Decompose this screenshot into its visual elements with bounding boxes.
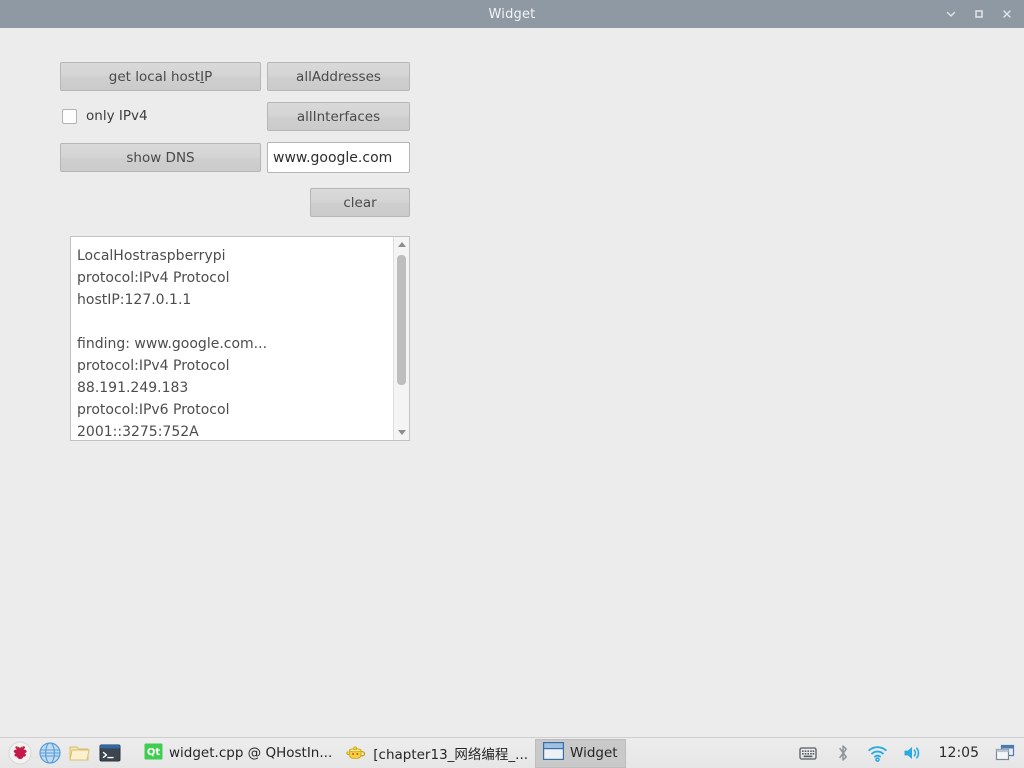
volume-icon[interactable] bbox=[901, 741, 925, 765]
only-ipv4-label: only IPv4 bbox=[86, 108, 148, 124]
output-line: LocalHostraspberrypi bbox=[77, 248, 226, 264]
close-icon bbox=[1003, 10, 1011, 18]
show-dns-label: show DNS bbox=[126, 149, 195, 166]
task-file-archive[interactable]: [chapter13_网络编程_... bbox=[339, 739, 535, 768]
taskbar-launchers bbox=[0, 740, 123, 767]
get-local-hostip-label: get local hostIP bbox=[108, 68, 213, 85]
all-interfaces-button[interactable]: allInterfaces bbox=[267, 102, 410, 131]
clock[interactable]: 12:05 bbox=[936, 745, 982, 761]
only-ipv4-checkbox[interactable]: only IPv4 bbox=[62, 108, 148, 124]
host-input-value: www.google.com bbox=[273, 149, 393, 166]
output-line: finding: www.google.com... bbox=[77, 336, 268, 352]
get-local-hostip-button[interactable]: get local hostIP bbox=[60, 62, 261, 91]
scroll-up-arrow-icon[interactable] bbox=[394, 237, 409, 252]
window-title: Widget bbox=[488, 6, 536, 22]
desktop-root: Widget get local hostIP allAddresses onl… bbox=[0, 0, 1024, 768]
output-line: 2001::3275:752A bbox=[77, 424, 199, 440]
host-input[interactable]: www.google.com bbox=[267, 142, 410, 173]
task-label: Widget bbox=[570, 745, 618, 761]
virtual-keyboard-icon[interactable] bbox=[796, 741, 820, 765]
window-icon bbox=[543, 742, 565, 764]
close-button[interactable] bbox=[994, 1, 1020, 27]
task-widget[interactable]: Widget bbox=[535, 738, 626, 768]
output-line: protocol:IPv4 Protocol bbox=[77, 358, 230, 374]
output-line: protocol:IPv4 Protocol bbox=[77, 270, 230, 286]
maximize-button[interactable] bbox=[966, 1, 992, 27]
file-manager-icon[interactable] bbox=[66, 740, 93, 767]
show-dns-button[interactable]: show DNS bbox=[60, 143, 261, 172]
minimize-button[interactable] bbox=[938, 1, 964, 27]
qt-icon: Qt bbox=[144, 742, 163, 765]
output-text-content: LocalHostraspberrypi protocol:IPv4 Proto… bbox=[71, 237, 393, 440]
output-textarea[interactable]: LocalHostraspberrypi protocol:IPv4 Proto… bbox=[70, 236, 410, 441]
bluetooth-icon[interactable] bbox=[831, 741, 855, 765]
wifi-icon[interactable] bbox=[866, 741, 890, 765]
window-controls bbox=[938, 0, 1020, 28]
scrollbar-thumb[interactable] bbox=[397, 255, 406, 385]
all-addresses-button[interactable]: allAddresses bbox=[267, 62, 410, 91]
show-desktop-icon[interactable] bbox=[993, 741, 1017, 765]
widget-client-area: get local hostIP allAddresses only IPv4 … bbox=[0, 28, 1024, 737]
scroll-down-arrow-icon[interactable] bbox=[394, 425, 409, 440]
all-interfaces-label: allInterfaces bbox=[296, 108, 381, 125]
output-line: 88.191.249.183 bbox=[77, 380, 189, 396]
teapot-icon bbox=[346, 742, 367, 765]
output-line: protocol:IPv6 Protocol bbox=[77, 402, 230, 418]
all-addresses-label: allAddresses bbox=[296, 68, 381, 85]
taskbar: Qt widget.cpp @ QHostIn... [chapter13_网络… bbox=[0, 737, 1024, 768]
task-qt-creator[interactable]: Qt widget.cpp @ QHostIn... bbox=[137, 739, 339, 768]
maximize-square-icon bbox=[975, 10, 983, 18]
taskbar-tasks: Qt widget.cpp @ QHostIn... [chapter13_网络… bbox=[137, 738, 796, 768]
window-titlebar[interactable]: Widget bbox=[0, 0, 1024, 28]
output-scrollbar[interactable] bbox=[393, 237, 409, 440]
web-browser-icon[interactable] bbox=[36, 740, 63, 767]
clear-label: clear bbox=[343, 194, 377, 211]
chevron-down-icon bbox=[946, 11, 956, 17]
task-label: [chapter13_网络编程_... bbox=[373, 747, 529, 763]
clear-button[interactable]: clear bbox=[310, 188, 410, 217]
system-tray: 12:05 bbox=[796, 741, 1024, 765]
checkbox-box[interactable] bbox=[62, 108, 77, 124]
output-line: hostIP:127.0.1.1 bbox=[77, 292, 192, 308]
raspberry-menu-icon[interactable] bbox=[6, 740, 33, 767]
svg-text:Qt: Qt bbox=[147, 747, 161, 758]
terminal-icon[interactable] bbox=[96, 740, 123, 767]
task-label: widget.cpp @ QHostIn... bbox=[169, 745, 333, 761]
